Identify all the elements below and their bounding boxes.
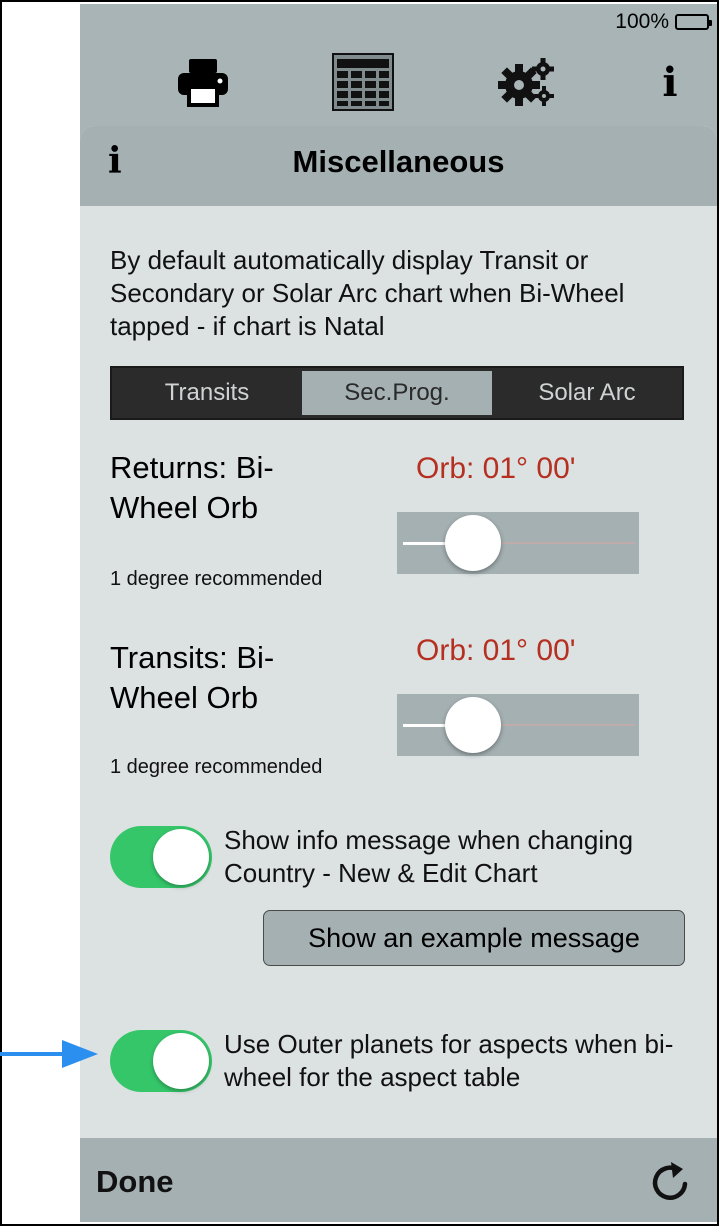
calendar-grid-icon (332, 53, 394, 111)
slider-track-empty (485, 542, 635, 544)
popover-pointer (505, 104, 549, 126)
segment-sec-prog[interactable]: Sec.Prog. (302, 371, 492, 415)
app-screen: 100% i i Miscellaneous By default automa… (80, 4, 717, 1222)
device-frame: 100% i i Miscellaneous By default automa… (0, 0, 719, 1226)
table-button[interactable] (330, 50, 396, 114)
gears-icon (498, 58, 554, 106)
outer-planets-toggle-label: Use Outer planets for aspects when bi-wh… (224, 1029, 674, 1092)
transits-orb-label: Transits: Bi-Wheel Orb (110, 640, 275, 715)
printer-icon (178, 59, 228, 107)
default-chart-description: By default automatically display Transit… (110, 245, 625, 341)
transits-recommendation: 1 degree recommended (110, 756, 323, 778)
print-button[interactable] (168, 50, 238, 114)
chart-type-segmented-control: Transits Sec.Prog. Solar Arc (110, 366, 684, 420)
popover-footer: Done (80, 1138, 717, 1222)
returns-orb-value: Orb: 01° 00' (416, 452, 576, 485)
status-bar: 100% (615, 10, 712, 34)
page-title: Miscellaneous (292, 144, 505, 179)
slider-knob[interactable] (445, 515, 501, 571)
toggle-knob (153, 829, 209, 885)
returns-orb-slider[interactable] (397, 512, 639, 574)
annotation-arrow-icon (0, 1040, 98, 1068)
battery-percent: 100% (615, 10, 669, 33)
transits-orb-value: Orb: 01° 00' (416, 634, 576, 667)
miscellaneous-popover: i Miscellaneous By default automatically… (80, 126, 717, 1222)
info-icon: i (662, 58, 678, 106)
info-button[interactable]: i (648, 50, 692, 114)
returns-recommendation: 1 degree recommended (110, 568, 323, 590)
popover-header: i Miscellaneous (80, 126, 717, 206)
slider-knob[interactable] (445, 697, 501, 753)
segment-transits[interactable]: Transits (112, 368, 302, 418)
battery-icon (675, 14, 712, 30)
returns-orb-label: Returns: Bi-Wheel Orb (110, 450, 274, 525)
done-button[interactable]: Done (96, 1164, 174, 1200)
info-message-toggle[interactable] (110, 826, 212, 888)
slider-track-empty (485, 724, 635, 726)
transits-orb-slider[interactable] (397, 694, 639, 756)
show-example-message-button[interactable]: Show an example message (263, 910, 685, 966)
segment-solar-arc[interactable]: Solar Arc (492, 368, 682, 418)
refresh-icon[interactable] (649, 1158, 691, 1204)
top-toolbar: i (80, 50, 717, 114)
toggle-knob (153, 1033, 209, 1089)
info-message-toggle-label: Show info message when changing Country … (224, 825, 634, 888)
outer-planets-toggle[interactable] (110, 1030, 212, 1092)
